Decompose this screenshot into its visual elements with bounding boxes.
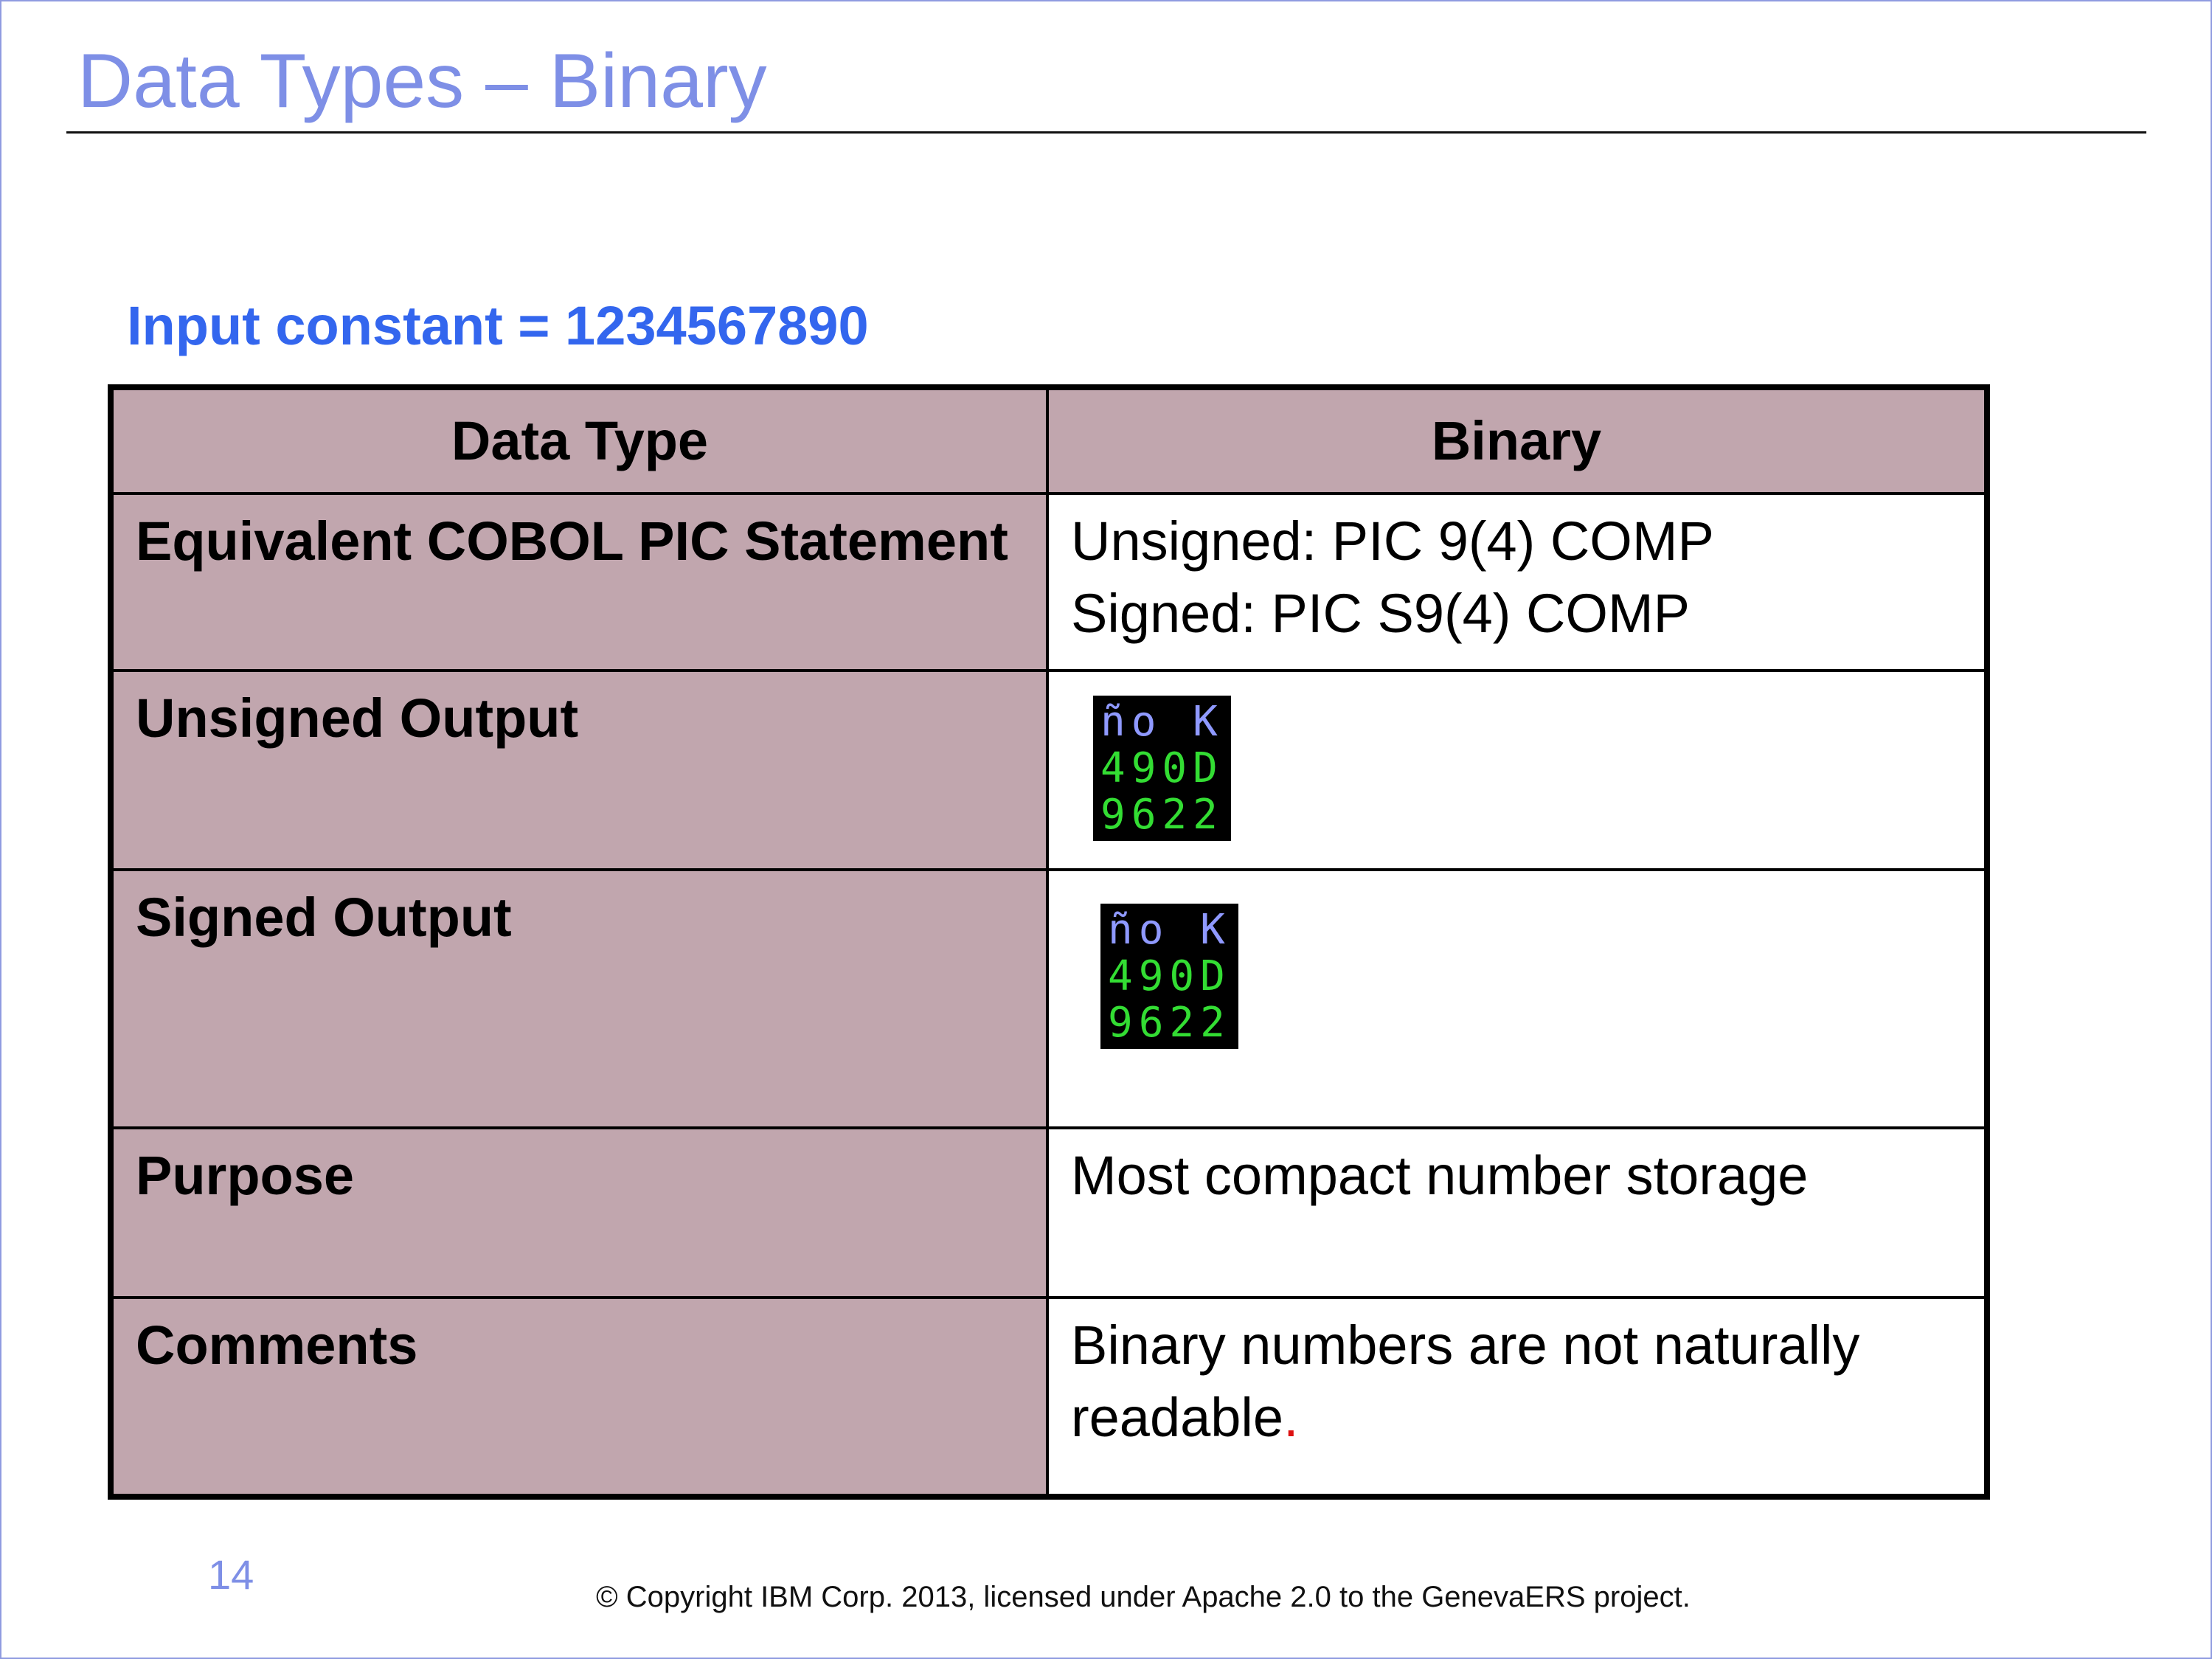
data-type-table: Data Type Binary Equivalent COBOL PIC St… xyxy=(108,384,1990,1500)
signed-output-label: Signed Output xyxy=(109,868,1049,1129)
slide-title: Data Types – Binary xyxy=(77,38,767,124)
table-row-purpose: Purpose Most compact number storage xyxy=(109,1126,1989,1299)
unsigned-terminal-line-2: 490D xyxy=(1100,744,1224,792)
comments-value: Binary numbers are not naturally readabl… xyxy=(1046,1296,1989,1498)
signed-terminal-line-3: 9622 xyxy=(1108,999,1231,1047)
unsigned-output-label: Unsigned Output xyxy=(109,669,1049,871)
cobol-signed-text: Signed: PIC S9(4) COMP xyxy=(1071,583,1690,644)
comments-label: Comments xyxy=(109,1296,1049,1498)
unsigned-terminal-line-3: 9622 xyxy=(1100,791,1224,839)
cobol-unsigned-text: Unsigned: PIC 9(4) COMP xyxy=(1071,510,1714,572)
table-row-cobol: Equivalent COBOL PIC Statement Unsigned:… xyxy=(109,492,1989,672)
title-divider xyxy=(66,131,2146,134)
comments-period: . xyxy=(1283,1387,1299,1448)
purpose-value: Most compact number storage xyxy=(1046,1126,1989,1299)
unsigned-terminal-image: ño K 490D 9622 xyxy=(1093,696,1231,841)
table-row-signed: Signed Output ño K 490D 9622 xyxy=(109,868,1989,1129)
input-constant-heading: Input constant = 1234567890 xyxy=(127,295,869,356)
unsigned-terminal-line-1: ño K xyxy=(1100,698,1224,746)
table-header-row: Data Type Binary xyxy=(109,386,1989,495)
signed-terminal-line-1: ño K xyxy=(1108,906,1231,954)
header-data-type: Data Type xyxy=(109,386,1049,495)
header-binary: Binary xyxy=(1046,386,1989,495)
signed-output-value: ño K 490D 9622 xyxy=(1046,868,1989,1129)
unsigned-output-value: ño K 490D 9622 xyxy=(1046,669,1989,871)
copyright-footer: © Copyright IBM Corp. 2013, licensed und… xyxy=(596,1581,1691,1613)
signed-terminal-line-2: 490D xyxy=(1108,952,1231,1000)
cobol-label: Equivalent COBOL PIC Statement xyxy=(109,492,1049,672)
cobol-value: Unsigned: PIC 9(4) COMP Signed: PIC S9(4… xyxy=(1046,492,1989,672)
purpose-label: Purpose xyxy=(109,1126,1049,1299)
signed-terminal-image: ño K 490D 9622 xyxy=(1100,904,1238,1049)
comments-text: Binary numbers are not naturally readabl… xyxy=(1071,1315,1860,1448)
table-row-unsigned: Unsigned Output ño K 490D 9622 xyxy=(109,669,1989,871)
table-row-comments: Comments Binary numbers are not naturall… xyxy=(109,1296,1989,1498)
